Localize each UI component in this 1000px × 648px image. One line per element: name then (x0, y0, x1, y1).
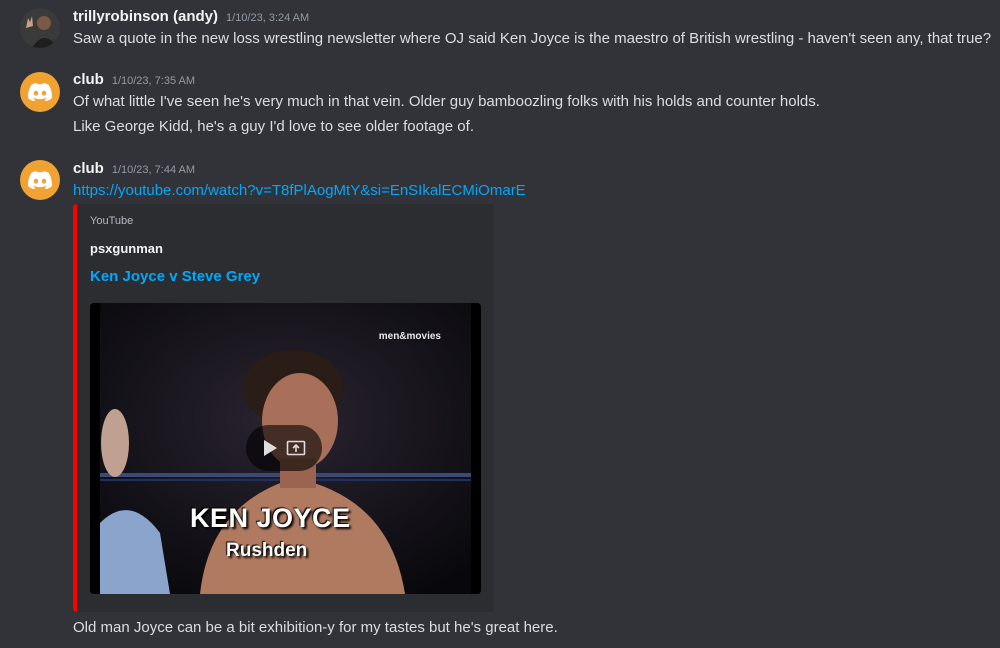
timestamp: 1/10/23, 3:24 AM (226, 12, 310, 24)
video-watermark: men&movies (378, 331, 441, 342)
discord-logo-icon (28, 171, 52, 189)
video-controls (246, 425, 322, 471)
timestamp: 1/10/23, 7:35 AM (111, 75, 196, 87)
message-text: Saw a quote in the new loss wrestling ne… (73, 30, 992, 47)
youtube-link[interactable]: https://youtube.com/watch?v=T8fPlAogMtY&… (73, 182, 526, 199)
discord-avatar[interactable] (20, 72, 60, 112)
video-caption-town: Rushden (226, 540, 308, 561)
username[interactable]: trillyrobinson (andy) (73, 8, 218, 25)
embed-author[interactable]: psxgunman (90, 241, 163, 256)
embed-provider[interactable]: YouTube (90, 215, 133, 227)
discord-avatar[interactable] (20, 160, 60, 200)
message-text: Of what little I've seen he's very much … (73, 93, 820, 110)
embed-title[interactable]: Ken Joyce v Steve Grey (90, 268, 260, 285)
message-text: Old man Joyce can be a bit exhibition-y … (73, 619, 558, 636)
video-thumbnail[interactable]: men&movies KEN JOYCE Rushden (90, 303, 481, 594)
username[interactable]: club (73, 160, 104, 177)
open-external-icon[interactable] (286, 439, 306, 457)
link-embed: YouTube psxgunman Ken Joyce v Steve Grey (73, 204, 494, 612)
user-avatar[interactable] (20, 8, 60, 48)
video-caption-name: KEN JOYCE (190, 503, 351, 533)
discord-logo-icon (28, 83, 52, 101)
username[interactable]: club (73, 71, 104, 88)
timestamp: 1/10/23, 7:44 AM (111, 164, 196, 176)
play-icon[interactable] (262, 439, 278, 457)
message-text: Like George Kidd, he's a guy I'd love to… (73, 118, 474, 135)
